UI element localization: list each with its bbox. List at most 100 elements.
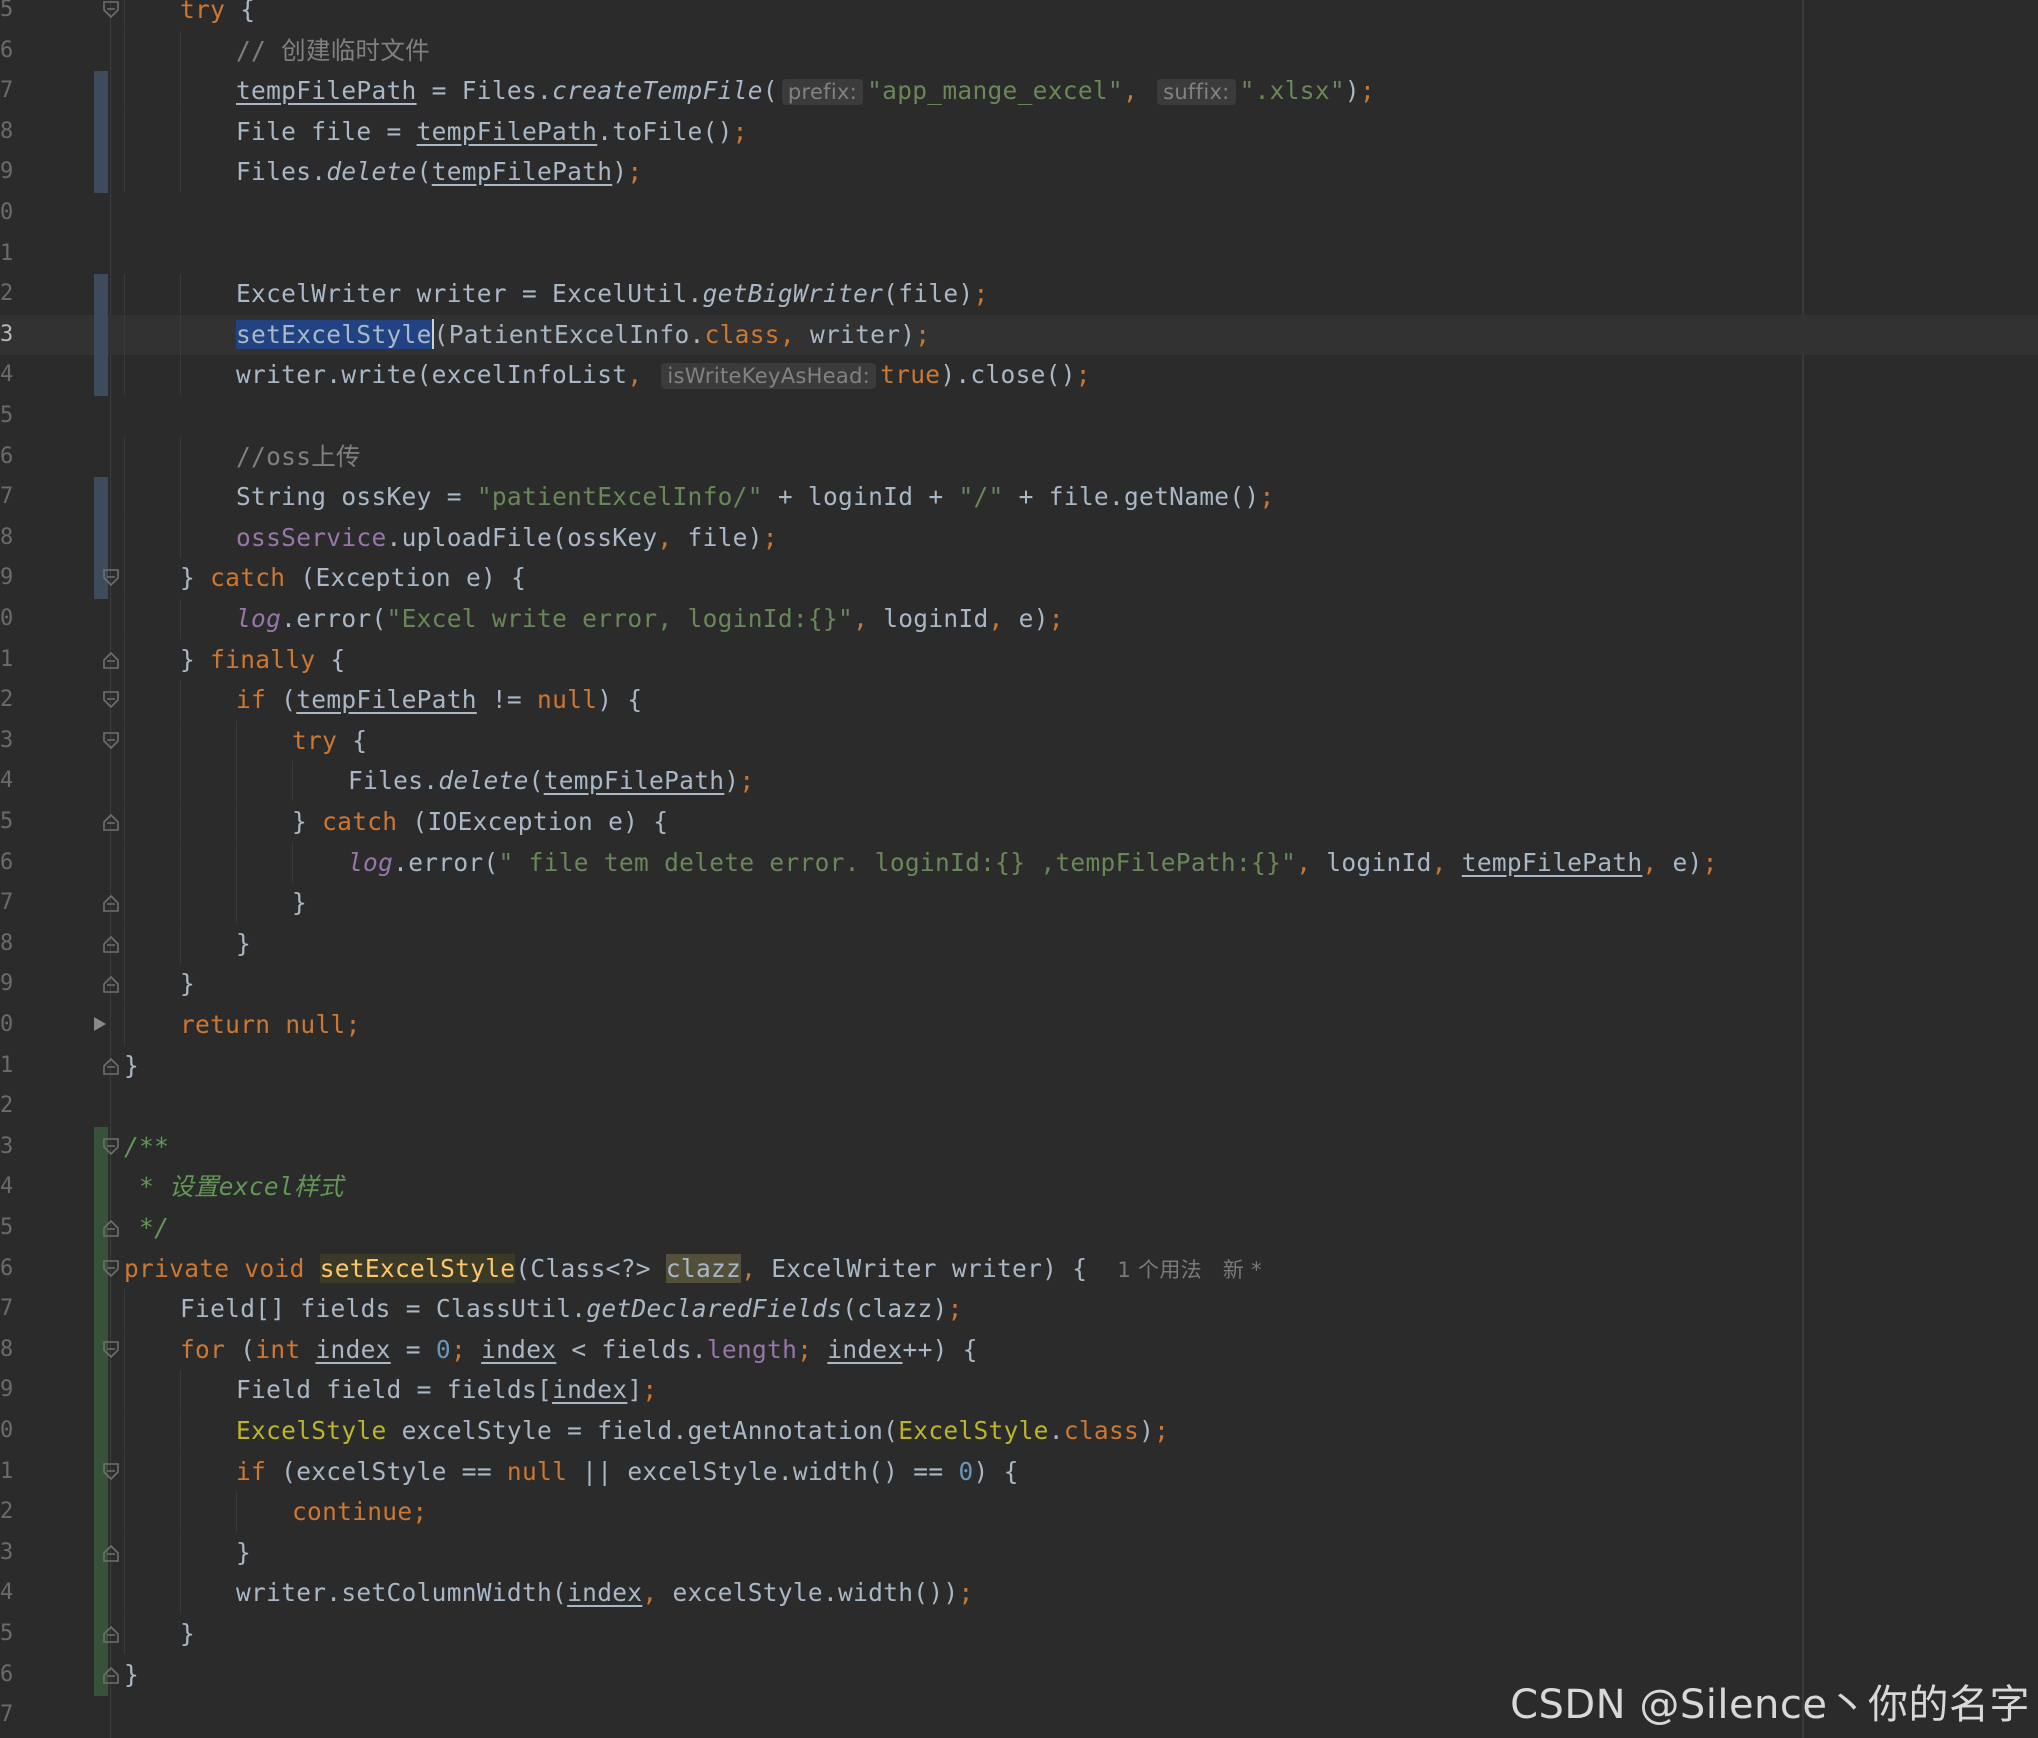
code-line[interactable]: 0 log.error("Excel write error, loginId:{… [0, 599, 2038, 639]
line-number[interactable]: 0 [0, 1411, 26, 1451]
fold-close-icon[interactable] [102, 812, 120, 832]
code-text[interactable]: //oss上传 [236, 437, 361, 477]
code-line[interactable]: 5 */ [0, 1208, 2038, 1249]
line-number[interactable]: 1 [0, 234, 26, 274]
line-number[interactable]: 6 [0, 31, 26, 71]
code-line[interactable]: 9} [0, 964, 2038, 1005]
code-text[interactable]: ossService.uploadFile(ossKey, file); [236, 518, 778, 558]
code-line[interactable]: 2 [0, 1086, 2038, 1126]
fold-open-icon[interactable] [102, 568, 120, 588]
code-text[interactable]: File file = tempFilePath.toFile(); [236, 112, 748, 152]
vcs-modified-marker[interactable] [94, 314, 108, 356]
line-number[interactable]: 0 [0, 1005, 26, 1045]
fold-close-icon[interactable] [102, 934, 120, 954]
code-line[interactable]: 8 File file = tempFilePath.toFile(); [0, 111, 2038, 153]
code-line[interactable]: 1 [0, 234, 2038, 274]
code-text[interactable]: } catch (Exception e) { [180, 558, 526, 598]
line-number[interactable]: 2 [0, 1492, 26, 1532]
line-number[interactable]: 0 [0, 599, 26, 639]
code-line[interactable]: 7 tempFilePath = Files.createTempFile(pre… [0, 71, 2038, 113]
fold-open-icon[interactable] [102, 1340, 120, 1360]
fold-close-icon[interactable] [102, 893, 120, 913]
line-number[interactable]: 3 [0, 1127, 26, 1167]
line-number[interactable]: 6 [0, 1249, 26, 1289]
line-number[interactable]: 3 [0, 315, 26, 355]
fold-open-icon[interactable] [102, 731, 120, 751]
code-line[interactable]: 9 Field field = fields[index]; [0, 1370, 2038, 1412]
code-line[interactable]: 5} [0, 1614, 2038, 1655]
vcs-modified-marker[interactable] [94, 111, 108, 153]
code-text[interactable]: Field field = fields[index]; [236, 1370, 657, 1410]
code-line[interactable]: 9 } catch (Exception e) { [0, 558, 2038, 600]
code-text[interactable]: } [180, 1614, 195, 1654]
code-line[interactable]: 9 Files.delete(tempFilePath); [0, 152, 2038, 194]
fold-close-icon[interactable] [102, 650, 120, 670]
code-text[interactable]: * 设置excel样式 [124, 1167, 344, 1207]
line-number[interactable]: 9 [0, 964, 26, 1004]
vcs-added-marker[interactable] [94, 1492, 108, 1534]
fold-close-icon[interactable] [102, 1218, 120, 1238]
code-text[interactable]: private void setExcelStyle(Class<?> claz… [124, 1249, 1262, 1289]
fold-open-icon[interactable] [102, 0, 120, 20]
code-line[interactable]: 8} [0, 923, 2038, 964]
line-number[interactable]: 5 [0, 802, 26, 842]
fold-open-icon[interactable] [102, 1462, 120, 1482]
code-line[interactable]: 6 log.error(" file tem delete error. logi… [0, 842, 2038, 883]
line-number[interactable]: 4 [0, 1573, 26, 1613]
line-number[interactable]: 9 [0, 152, 26, 192]
vcs-added-marker[interactable] [94, 1167, 108, 1209]
code-line[interactable]: 0 return null; [0, 1005, 2038, 1045]
code-text[interactable]: } [236, 924, 251, 964]
code-text[interactable]: } [124, 1655, 139, 1695]
code-text[interactable]: Files.delete(tempFilePath); [236, 152, 642, 192]
code-line[interactable]: 1} [0, 1046, 2038, 1086]
code-line[interactable]: 4 writer.setColumnWidth(index, excelStyle… [0, 1573, 2038, 1615]
code-text[interactable]: } [124, 1046, 139, 1086]
line-number[interactable]: 9 [0, 1370, 26, 1410]
code-line[interactable]: 1 if (excelStyle == null || excelStyle.wi… [0, 1451, 2038, 1493]
code-text[interactable]: if (excelStyle == null || excelStyle.wid… [236, 1452, 1019, 1492]
code-text[interactable]: } [292, 883, 307, 923]
fold-close-icon[interactable] [102, 1543, 120, 1563]
line-number[interactable]: 6 [0, 1655, 26, 1695]
code-text[interactable]: /** [124, 1127, 169, 1167]
code-line[interactable]: 5 try { [0, 0, 2038, 30]
vcs-added-marker[interactable] [94, 1370, 108, 1412]
fold-open-icon[interactable] [102, 1137, 120, 1157]
code-text[interactable]: String ossKey = "patientExcelInfo/" + lo… [236, 477, 1275, 517]
code-line[interactable]: 6 // 创建临时文件 [0, 30, 2038, 71]
line-number[interactable]: 3 [0, 1533, 26, 1573]
code-text[interactable]: return null; [180, 1005, 361, 1045]
line-number[interactable]: 2 [0, 274, 26, 314]
line-number[interactable]: 1 [0, 640, 26, 680]
code-line[interactable]: 4 writer.write(excelInfoList, isWriteKeyA… [0, 355, 2038, 397]
code-line[interactable]: 0 ExcelStyle excelStyle = field.getAnnota… [0, 1411, 2038, 1452]
fold-close-icon[interactable] [102, 974, 120, 994]
line-number[interactable]: 3 [0, 721, 26, 761]
code-text[interactable]: Files.delete(tempFilePath); [348, 761, 754, 801]
code-line[interactable]: 7} [0, 883, 2038, 924]
code-line[interactable]: 2 if (tempFilePath != null) { [0, 680, 2038, 721]
fold-close-icon[interactable] [102, 1624, 120, 1644]
fold-open-icon[interactable] [102, 690, 120, 710]
vcs-modified-marker[interactable] [94, 71, 108, 113]
usage-inlay-hint[interactable]: 1 个用法 新 * [1117, 1258, 1262, 1282]
line-number[interactable]: 7 [0, 71, 26, 111]
vcs-modified-marker[interactable] [94, 517, 108, 559]
code-line[interactable]: 6 private void setExcelStyle(Class<?> cla… [0, 1248, 2038, 1290]
code-text[interactable]: try { [180, 0, 255, 30]
line-number[interactable]: 9 [0, 558, 26, 598]
code-line[interactable]: 8 ossService.uploadFile(ossKey, file); [0, 517, 2038, 559]
code-text[interactable]: tempFilePath = Files.createTempFile(pref… [236, 71, 1375, 111]
code-line[interactable]: 2 continue; [0, 1492, 2038, 1534]
vcs-added-marker[interactable] [94, 1411, 108, 1452]
line-number[interactable]: 4 [0, 1167, 26, 1207]
code-text[interactable]: writer.write(excelInfoList, isWriteKeyAs… [236, 355, 1091, 395]
code-line[interactable]: 6 //oss上传 [0, 436, 2038, 477]
code-text[interactable]: for (int index = 0; index < fields.lengt… [180, 1330, 978, 1370]
line-number[interactable]: 2 [0, 680, 26, 720]
vcs-added-marker[interactable] [94, 1289, 108, 1331]
code-text[interactable]: ExcelStyle excelStyle = field.getAnnotat… [236, 1411, 1169, 1451]
code-text[interactable]: try { [292, 721, 367, 761]
fold-close-icon[interactable] [102, 1665, 120, 1685]
